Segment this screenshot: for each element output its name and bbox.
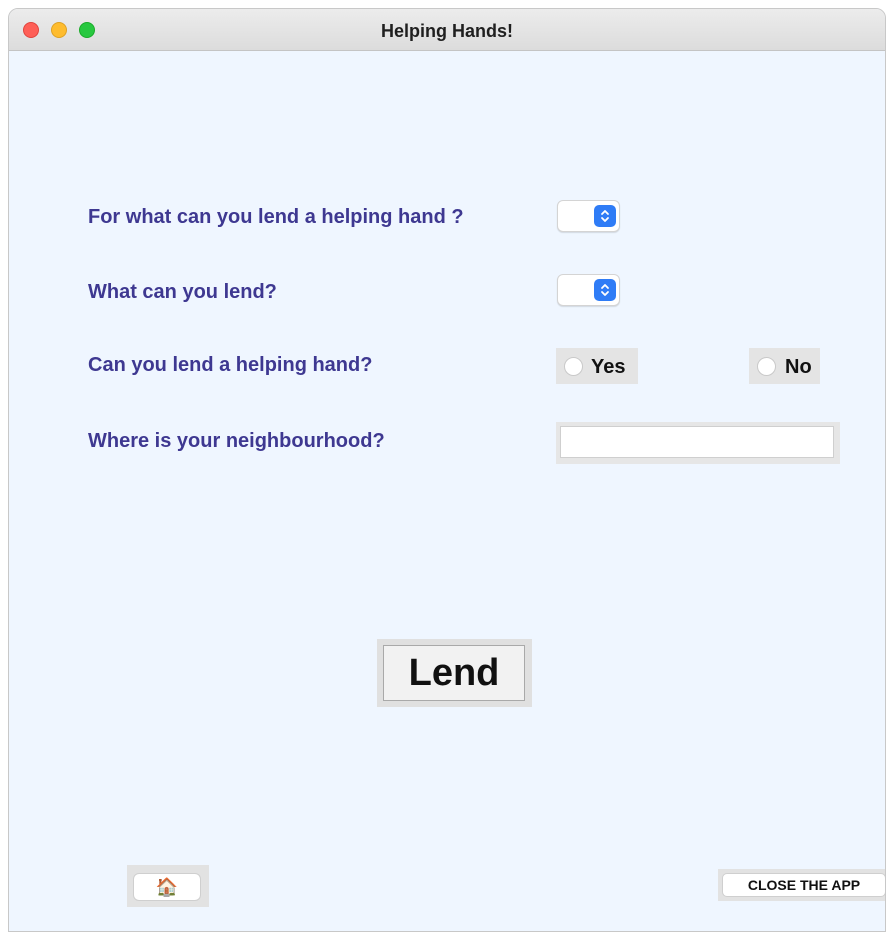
yes-radio-label: Yes bbox=[591, 356, 626, 378]
neighbourhood-input[interactable] bbox=[560, 426, 834, 458]
yes-radio[interactable]: Yes bbox=[556, 348, 638, 384]
no-radio-label: No bbox=[785, 356, 812, 378]
item-dropdown[interactable] bbox=[557, 274, 620, 306]
item-label: What can you lend? bbox=[88, 281, 277, 303]
window-title: Helping Hands! bbox=[380, 21, 513, 41]
neighbourhood-label: Where is your neighbourhood? bbox=[88, 430, 385, 452]
yes-radio-circle[interactable] bbox=[564, 357, 583, 376]
chevron-updown-icon bbox=[594, 205, 616, 227]
can-help-label: Can you lend a helping hand? bbox=[88, 354, 373, 376]
house-icon: 🏠 bbox=[155, 876, 179, 897]
close-app-button-frame: CLOSE THE APP bbox=[718, 869, 885, 901]
help-type-label: For what can you lend a helping hand ? bbox=[88, 206, 464, 228]
no-radio-circle[interactable] bbox=[757, 357, 776, 376]
neighbourhood-field-frame bbox=[556, 422, 840, 464]
lend-button-frame: Lend bbox=[377, 639, 532, 707]
lend-button[interactable]: Lend bbox=[383, 645, 525, 701]
app-window: Helping Hands! For what can you lend a h… bbox=[8, 8, 886, 932]
home-button[interactable]: 🏠 bbox=[133, 873, 201, 901]
help-type-dropdown[interactable] bbox=[557, 200, 620, 232]
title-bar: Helping Hands! bbox=[9, 9, 885, 51]
close-app-button[interactable]: CLOSE THE APP bbox=[722, 873, 885, 897]
no-radio[interactable]: No bbox=[749, 348, 820, 384]
chevron-updown-icon bbox=[594, 279, 616, 301]
home-button-frame: 🏠 bbox=[127, 865, 209, 907]
